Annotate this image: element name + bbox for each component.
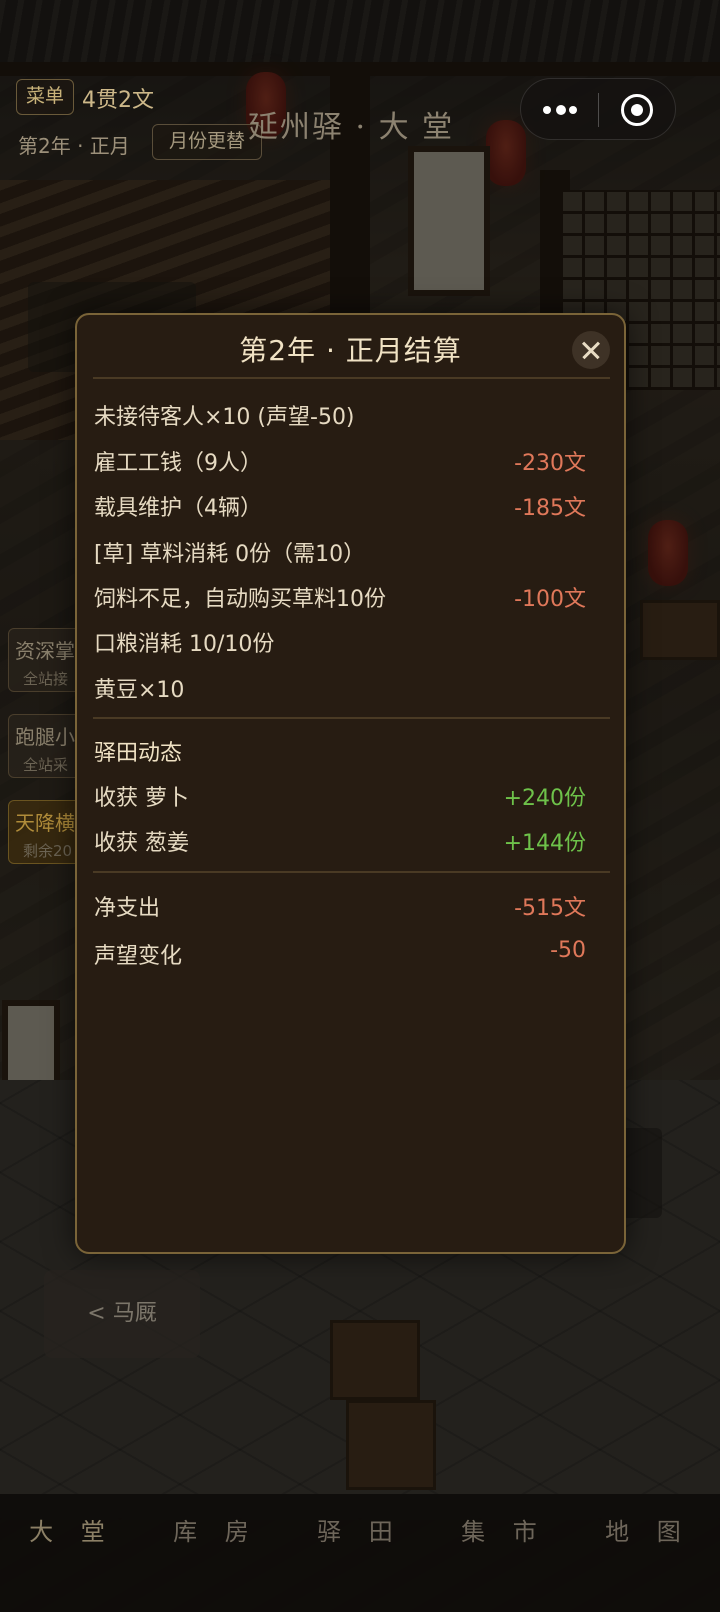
capsule-divider (598, 93, 599, 127)
expense-label: 饲料不足，自动购买草料10份 (94, 587, 386, 612)
expense-row: [草] 草料消耗 0份（需10） (94, 532, 586, 572)
expense-label: [草] 草料消耗 0份（需10） (94, 542, 366, 567)
divider (93, 377, 610, 379)
date-display: 第2年 · 正月 (18, 134, 130, 158)
nav-farm[interactable]: 驿 田 (317, 1512, 403, 1612)
farm-label: 收获 萝卜 (94, 786, 189, 811)
settlement-modal: 第2年 · 正月结算 未接待客人×10 (声望-50) 雇工工钱（9人） -23… (75, 313, 626, 1254)
expense-label: 口粮消耗 10/10份 (94, 632, 275, 657)
summary-row-net-expense: 净支出 -515文 (94, 886, 586, 926)
miniapp-capsule (520, 78, 676, 140)
modal-title: 第2年 · 正月结算 (239, 334, 462, 367)
nav-map[interactable]: 地 图 (605, 1512, 691, 1612)
nav-storage[interactable]: 库 房 (173, 1512, 259, 1612)
expense-value: -230文 (514, 451, 586, 476)
farm-row: 收获 葱姜 +144份 (94, 821, 586, 861)
summary-row-reputation: 声望变化 -50 (94, 934, 586, 974)
expense-row: 黄豆×10 (94, 668, 586, 708)
expense-label: 黄豆×10 (94, 678, 185, 703)
summary-label: 声望变化 (94, 944, 183, 969)
divider (93, 871, 610, 873)
expense-value: -185文 (514, 496, 586, 521)
expense-row: 饲料不足，自动购买草料10份 -100文 (94, 577, 586, 617)
expense-label: 雇工工钱（9人） (94, 451, 262, 476)
close-icon[interactable] (572, 331, 610, 369)
farm-value: +144份 (503, 831, 586, 856)
summary-value: -50 (550, 938, 586, 963)
farm-value: +240份 (503, 786, 586, 811)
expense-label: 未接待客人×10 (声望-50) (94, 405, 355, 430)
nav-hall[interactable]: 大 堂 (29, 1512, 115, 1612)
money-display: 4贯2文 (82, 88, 154, 113)
expense-row: 雇工工钱（9人） -230文 (94, 441, 586, 481)
bottom-nav: 大 堂 库 房 驿 田 集 市 地 图 (0, 1494, 720, 1612)
record-circle-icon[interactable] (621, 94, 653, 126)
farm-row: 收获 萝卜 +240份 (94, 776, 586, 816)
summary-label: 净支出 (94, 896, 161, 921)
nav-market[interactable]: 集 市 (461, 1512, 547, 1612)
stable-nav-button[interactable]: < 马厩 (44, 1270, 200, 1358)
more-dots-icon[interactable] (543, 101, 577, 119)
menu-button[interactable]: 菜单 (16, 79, 74, 115)
summary-value: -515文 (514, 896, 586, 921)
expense-label: 载具维护（4辆） (94, 496, 262, 521)
expense-row: 载具维护（4辆） -185文 (94, 486, 586, 526)
farm-section-title: 驿田动态 (94, 741, 183, 766)
farm-label: 收获 葱姜 (94, 831, 189, 856)
divider (93, 717, 610, 719)
expense-row: 口粮消耗 10/10份 (94, 622, 586, 662)
expense-value: -100文 (514, 587, 586, 612)
month-change-button[interactable]: 月份更替 (152, 124, 262, 160)
expense-row: 未接待客人×10 (声望-50) (94, 395, 586, 435)
page-title: 延州驿 · 大 堂 (248, 110, 455, 145)
